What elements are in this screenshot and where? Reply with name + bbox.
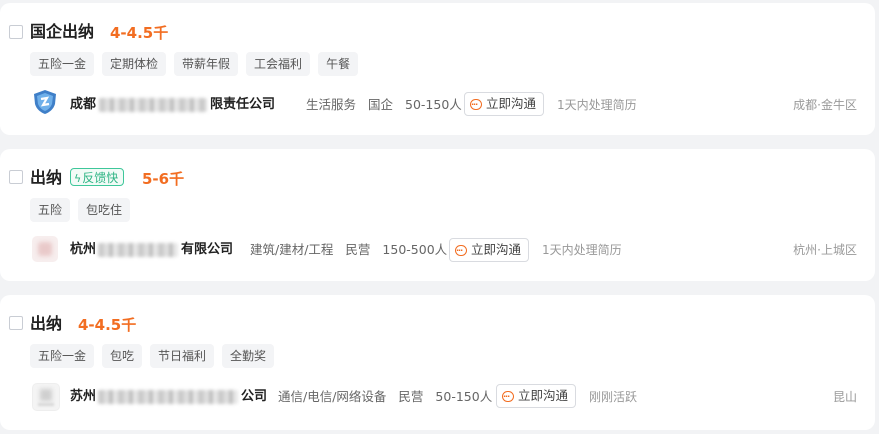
company-stage: 民营 [345, 242, 371, 257]
location: 成都·金牛区 [793, 98, 857, 112]
tag-list: 五险一金 定期体检 带薪年假 工会福利 午餐 [30, 52, 359, 76]
blurred-logo-icon[interactable] [32, 383, 60, 411]
job-title[interactable]: 国企出纳 [30, 22, 94, 42]
company-name-prefix: 杭州 [70, 242, 97, 257]
tag-list: 五险一金 包吃 节日福利 全勤奖 [30, 344, 275, 368]
company-name-prefix: 苏州 [70, 389, 97, 404]
chat-label: 立即沟通 [518, 388, 569, 403]
salary: 4-4.5千 [110, 24, 169, 42]
job-title[interactable]: 出纳 [30, 314, 62, 334]
company-meta: 通信/电信/网络设备 民营 50-150人 [278, 388, 500, 406]
tag: 工会福利 [246, 52, 311, 76]
tag: 节日福利 [150, 344, 215, 368]
blurred-logo-icon[interactable] [32, 236, 58, 262]
chat-button[interactable]: 立即沟通 [464, 92, 545, 116]
chat-icon [470, 94, 482, 116]
salary: 5-6千 [142, 170, 185, 188]
industry: 生活服务 [306, 97, 357, 112]
tag: 带薪年假 [174, 52, 239, 76]
blurred-company-name [98, 243, 178, 257]
location: 杭州·上城区 [793, 243, 857, 257]
activity-status: 刚刚活跃 [589, 390, 638, 404]
company-stage: 国企 [368, 97, 394, 112]
fast-feedback-badge: ϟ反馈快 [70, 168, 125, 186]
industry: 通信/电信/网络设备 [278, 389, 387, 404]
tag: 五险一金 [30, 52, 95, 76]
company-meta: 生活服务 国企 50-150人 [306, 96, 470, 114]
company-name-suffix: 限责任公司 [210, 97, 276, 112]
industry: 建筑/建材/工程 [250, 242, 334, 257]
tag-list: 五险 包吃住 [30, 198, 131, 222]
company-name[interactable]: 苏州 [70, 388, 96, 406]
tag: 包吃 [102, 344, 143, 368]
chat-button[interactable]: 立即沟通 [496, 384, 577, 408]
blurred-company-name [99, 98, 207, 112]
company-name-suffix: 有限公司 [181, 242, 234, 257]
bolt-icon: ϟ [74, 172, 82, 185]
chat-label: 立即沟通 [486, 96, 537, 111]
job-card[interactable]: 国企出纳 4-4.5千 五险一金 定期体检 带薪年假 工会福利 午餐 成都 限责… [0, 3, 875, 135]
tag: 五险 [30, 198, 71, 222]
chat-icon [502, 386, 514, 408]
chat-label: 立即沟通 [471, 242, 522, 257]
company-meta: 建筑/建材/工程 民营 150-500人 [250, 241, 455, 259]
company-name-prefix: 成都 [70, 97, 97, 112]
chat-icon [455, 240, 467, 262]
company-name-suffix: 公司 [241, 389, 268, 404]
badge-label: 反馈快 [82, 171, 119, 185]
tag: 全勤奖 [222, 344, 275, 368]
company-stage: 民营 [398, 389, 424, 404]
activity-status: 1天内处理简历 [557, 98, 637, 112]
select-checkbox[interactable] [9, 170, 23, 184]
select-checkbox[interactable] [9, 25, 23, 39]
company-size: 50-150人 [405, 97, 462, 112]
tag: 定期体检 [102, 52, 167, 76]
select-checkbox[interactable] [9, 316, 23, 330]
tag: 五险一金 [30, 344, 95, 368]
location: 昆山 [832, 390, 857, 404]
job-title[interactable]: 出纳 [30, 168, 62, 188]
shield-logo-icon[interactable] [32, 89, 58, 115]
company-name[interactable]: 成都 [70, 96, 96, 114]
company-size: 50-150人 [435, 389, 493, 404]
job-card[interactable]: 出纳 4-4.5千 五险一金 包吃 节日福利 全勤奖 苏州 公司 通信/电信/网… [0, 295, 875, 430]
chat-button[interactable]: 立即沟通 [449, 238, 530, 262]
salary: 4-4.5千 [78, 316, 137, 334]
job-card[interactable]: 出纳 ϟ反馈快 5-6千 五险 包吃住 杭州 有限公司 建筑/建材/工程 民营 … [0, 149, 875, 281]
tag: 午餐 [318, 52, 359, 76]
activity-status: 1天内处理简历 [542, 243, 622, 257]
blurred-company-name [98, 390, 238, 404]
company-size: 150-500人 [382, 242, 448, 257]
tag: 包吃住 [78, 198, 131, 222]
company-name[interactable]: 杭州 [70, 241, 96, 259]
